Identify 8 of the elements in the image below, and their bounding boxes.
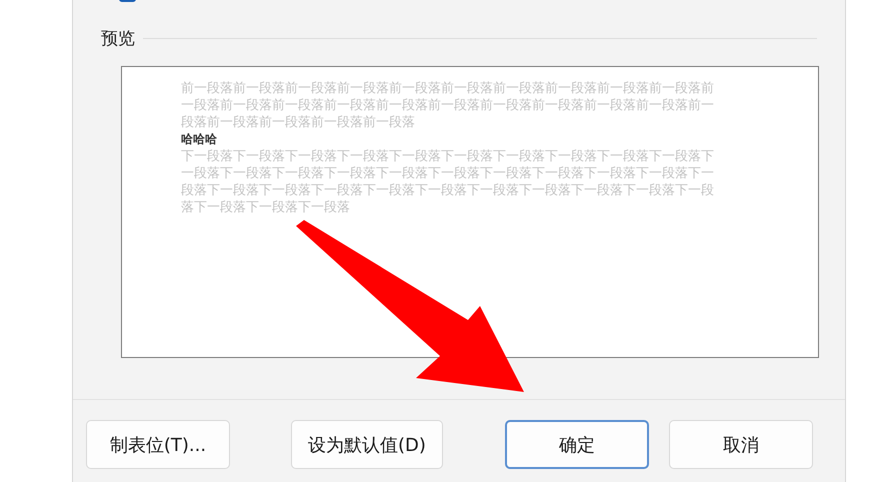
next-paragraph-text: 下一段落下一段落下一段落下一段落下一段落下一段落下一段落下一段落下一段落下一段落下一段落下一段落下一段落下一段落下一段落下一段落下一段落下一段落下一段落下一段落下一段落下一段落下一段落下一段落下一段落下一段落下一段落下一段落下一段落下一段落下一段落下一段落下一段落下一段落: [181, 148, 715, 216]
dialog-button[interactable]: 制表位(T)...: [86, 420, 230, 469]
dialog-button[interactable]: 设为默认值(D): [291, 420, 443, 469]
section-title: 预览: [101, 28, 135, 50]
previous-paragraph-text: 前一段落前一段落前一段落前一段落前一段落前一段落前一段落前一段落前一段落前一段落前一段落前一段落前一段落前一段落前一段落前一段落前一段落前一段落前一段落前一段落前一段落前一段落前一段落前一段落前一段落: [181, 80, 715, 131]
dialog-button[interactable]: 取消: [668, 420, 813, 469]
ok-button[interactable]: 确定: [504, 420, 649, 469]
current-paragraph-text: 哈哈哈: [181, 131, 218, 148]
